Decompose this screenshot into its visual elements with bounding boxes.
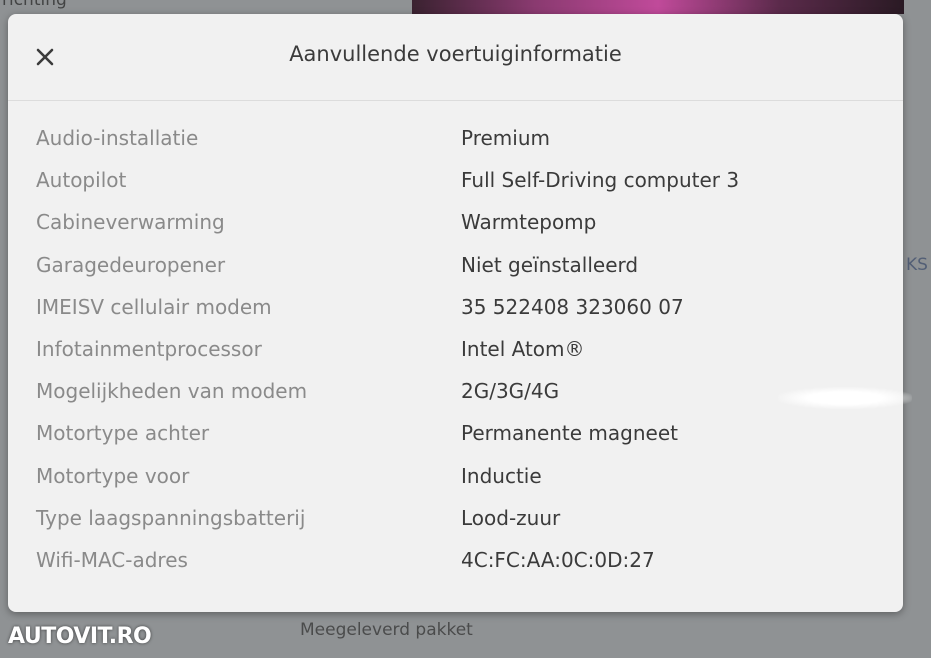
background-heading: richting — [2, 0, 67, 10]
background-package-link[interactable]: Meegeleverd pakket — [300, 620, 473, 640]
info-row-rear-motor: Motortype achter Permanente magneet — [8, 413, 903, 455]
info-value: Lood-zuur — [461, 505, 561, 530]
watermark-logo: AUTOVIT.RO — [8, 624, 152, 649]
info-value: Niet geïnstalleerd — [461, 252, 639, 277]
info-label: Type laagspanningsbatterij — [36, 505, 306, 530]
info-value: Full Self-Driving computer 3 — [461, 168, 740, 193]
info-label: Infotainmentprocessor — [36, 336, 262, 361]
vehicle-info-dialog: Aanvullende voertuiginformatie Audio-ins… — [8, 14, 903, 612]
background-side-text: KS — [906, 255, 928, 275]
info-label: IMEISV cellulair modem — [36, 294, 272, 319]
info-row-cabin-heating: Cabineverwarming Warmtepomp — [8, 202, 903, 244]
info-row-infotainment: Infotainmentprocessor Intel Atom® — [8, 329, 903, 371]
info-value: Premium — [461, 126, 550, 150]
info-label: Mogelijkheden van modem — [36, 379, 308, 404]
info-row-modem: Mogelijkheden van modem 2G/3G/4G — [8, 371, 903, 413]
dialog-header: Aanvullende voertuiginformatie — [8, 14, 903, 101]
info-row-audio: Audio-installatie Premium — [8, 118, 903, 160]
info-row-battery: Type laagspanningsbatterij Lood-zuur — [8, 498, 903, 540]
info-label: Motortype voor — [36, 463, 190, 488]
info-row-front-motor: Motortype voor Inductie — [8, 456, 903, 498]
screen-glare — [778, 387, 912, 409]
info-label: Garagedeuropener — [36, 252, 226, 277]
info-value: Permanente magneet — [461, 421, 678, 446]
info-label: Audio-installatie — [36, 126, 199, 150]
info-row-garage-door: Garagedeuropener Niet geïnstalleerd — [8, 245, 903, 287]
info-value: 4C:FC:AA:0C:0D:27 — [461, 547, 655, 572]
info-value: Inductie — [461, 463, 542, 488]
info-label: Autopilot — [36, 168, 127, 193]
info-value: Warmtepomp — [461, 210, 597, 235]
background-image — [412, 0, 904, 14]
info-row-imeisv: IMEISV cellulair modem 35 522408 323060 … — [8, 287, 903, 329]
info-label: Wifi-MAC-adres — [36, 547, 188, 572]
dialog-title: Aanvullende voertuiginformatie — [289, 42, 622, 66]
info-list: Audio-installatie Premium Autopilot Full… — [8, 118, 903, 582]
info-value: 2G/3G/4G — [461, 379, 560, 404]
info-row-autopilot: Autopilot Full Self-Driving computer 3 — [8, 160, 903, 202]
info-label: Motortype achter — [36, 421, 210, 446]
info-row-wifi-mac: Wifi-MAC-adres 4C:FC:AA:0C:0D:27 — [8, 540, 903, 582]
info-label: Cabineverwarming — [36, 210, 225, 235]
info-value: Intel Atom® — [461, 336, 585, 361]
info-value: 35 522408 323060 07 — [461, 294, 684, 319]
